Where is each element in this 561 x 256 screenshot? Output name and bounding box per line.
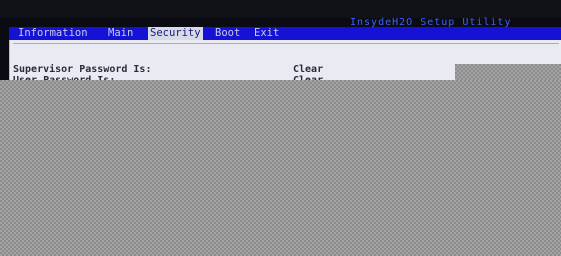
tab-main[interactable]: Main xyxy=(108,27,133,40)
tab-security[interactable]: Security xyxy=(148,27,203,40)
obscured-region xyxy=(0,80,561,256)
tab-exit[interactable]: Exit xyxy=(254,27,279,40)
panel-divider xyxy=(13,43,559,44)
tab-information[interactable]: Information xyxy=(18,27,88,40)
supervisor-password-status: Clear xyxy=(293,64,324,75)
screen-top-strip xyxy=(0,0,561,18)
menu-bar: Information Main Security Boot Exit xyxy=(9,27,561,40)
tab-boot[interactable]: Boot xyxy=(215,27,240,40)
bios-screen: InsydeH2O Setup Utility Information Main… xyxy=(0,0,561,256)
supervisor-password-label: Supervisor Password Is: xyxy=(13,64,152,75)
obscured-region-edge xyxy=(455,64,561,80)
